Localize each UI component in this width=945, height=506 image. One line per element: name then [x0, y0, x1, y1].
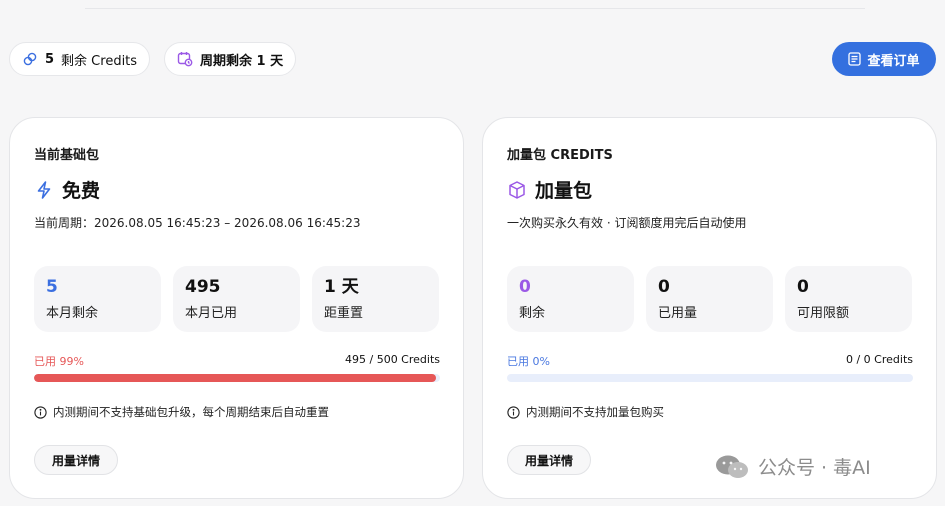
base-usage-bar — [34, 374, 440, 382]
base-usage-row: 已用 99% 495 / 500 Credits — [34, 353, 440, 369]
stat-month-used: 495 本月已用 — [173, 266, 300, 332]
top-divider — [85, 8, 865, 9]
stat-label: 本月剩余 — [46, 306, 99, 321]
info-icon — [507, 405, 520, 419]
stat-label: 已用量 — [658, 306, 698, 321]
addon-stats: 0 剩余 0 已用量 0 可用限额 — [507, 266, 912, 332]
stat-label: 可用限额 — [797, 306, 850, 321]
addon-usage-detail-button[interactable]: 用量详情 — [507, 445, 592, 475]
info-icon — [34, 405, 47, 419]
base-usage-bar-fill — [34, 374, 436, 382]
base-note-text: 内测期间不支持基础包升级，每个周期结束后自动重置 — [53, 405, 329, 419]
base-package-card: 当前基础包 免费 当前周期：2026.08.05 16:45:23 – 2026… — [9, 117, 464, 499]
stat-available-limit: 0 可用限额 — [785, 266, 912, 332]
base-card-period: 当前周期：2026.08.05 16:45:23 – 2026.08.06 16… — [34, 216, 361, 230]
lightning-icon — [34, 180, 54, 200]
base-stats: 5 本月剩余 495 本月已用 1 天 距重置 — [34, 266, 439, 332]
stat-label: 本月已用 — [185, 306, 238, 321]
credits-remaining-pill: 5 剩余 Credits — [9, 42, 151, 76]
base-usage-percent: 已用 99% — [34, 355, 84, 368]
stat-label: 距重置 — [324, 306, 364, 321]
calendar-clock-icon — [177, 51, 193, 67]
stat-month-remaining: 5 本月剩余 — [34, 266, 161, 332]
stat-reset: 1 天 距重置 — [312, 266, 439, 332]
watermark: 公众号 · 毒AI — [714, 453, 871, 480]
addon-usage-bar — [507, 374, 913, 382]
addon-usage-total: 0 / 0 Credits — [845, 353, 913, 366]
document-icon — [848, 52, 862, 66]
addon-card-eyebrow: 加量包 CREDITS — [507, 148, 613, 163]
cycle-remaining-pill: 周期剩余 1 天 — [164, 42, 297, 76]
stat-value: 0 — [797, 277, 809, 297]
stat-used: 0 已用量 — [646, 266, 773, 332]
addon-card-title: 加量包 — [507, 176, 592, 203]
addon-usage-percent: 已用 0% — [507, 355, 550, 368]
base-card-title-text: 免费 — [62, 180, 101, 202]
credits-count: 5 — [45, 51, 55, 67]
stat-value: 1 天 — [324, 277, 359, 297]
coins-icon — [22, 51, 38, 67]
wechat-icon — [714, 454, 750, 480]
cycle-label: 周期剩余 1 天 — [200, 53, 284, 69]
credits-label: 剩余 Credits — [61, 53, 138, 69]
stat-value: 0 — [519, 277, 531, 297]
stat-value: 0 — [658, 277, 670, 297]
base-card-eyebrow: 当前基础包 — [34, 148, 100, 163]
addon-card-title-text: 加量包 — [535, 180, 593, 202]
addon-package-card: 加量包 CREDITS 加量包 一次购买永久有效 · 订阅额度用完后自动使用 0… — [482, 117, 937, 499]
watermark-text: 公众号 · 毒AI — [758, 457, 871, 479]
stat-label: 剩余 — [519, 306, 546, 321]
base-usage-detail-button[interactable]: 用量详情 — [34, 445, 119, 475]
view-orders-label: 查看订单 — [867, 52, 920, 68]
stat-value: 495 — [185, 277, 221, 297]
base-note: 内测期间不支持基础包升级，每个周期结束后自动重置 — [34, 404, 329, 420]
package-icon — [507, 180, 527, 200]
base-card-title: 免费 — [34, 176, 100, 203]
view-orders-button[interactable]: 查看订单 — [832, 42, 936, 76]
stat-remaining: 0 剩余 — [507, 266, 634, 332]
base-usage-total: 495 / 500 Credits — [345, 353, 440, 366]
addon-note-text: 内测期间不支持加量包购买 — [526, 405, 664, 419]
addon-usage-row: 已用 0% 0 / 0 Credits — [507, 353, 913, 369]
stat-value: 5 — [46, 277, 58, 297]
addon-note: 内测期间不支持加量包购买 — [507, 404, 664, 420]
addon-card-description: 一次购买永久有效 · 订阅额度用完后自动使用 — [507, 216, 747, 230]
